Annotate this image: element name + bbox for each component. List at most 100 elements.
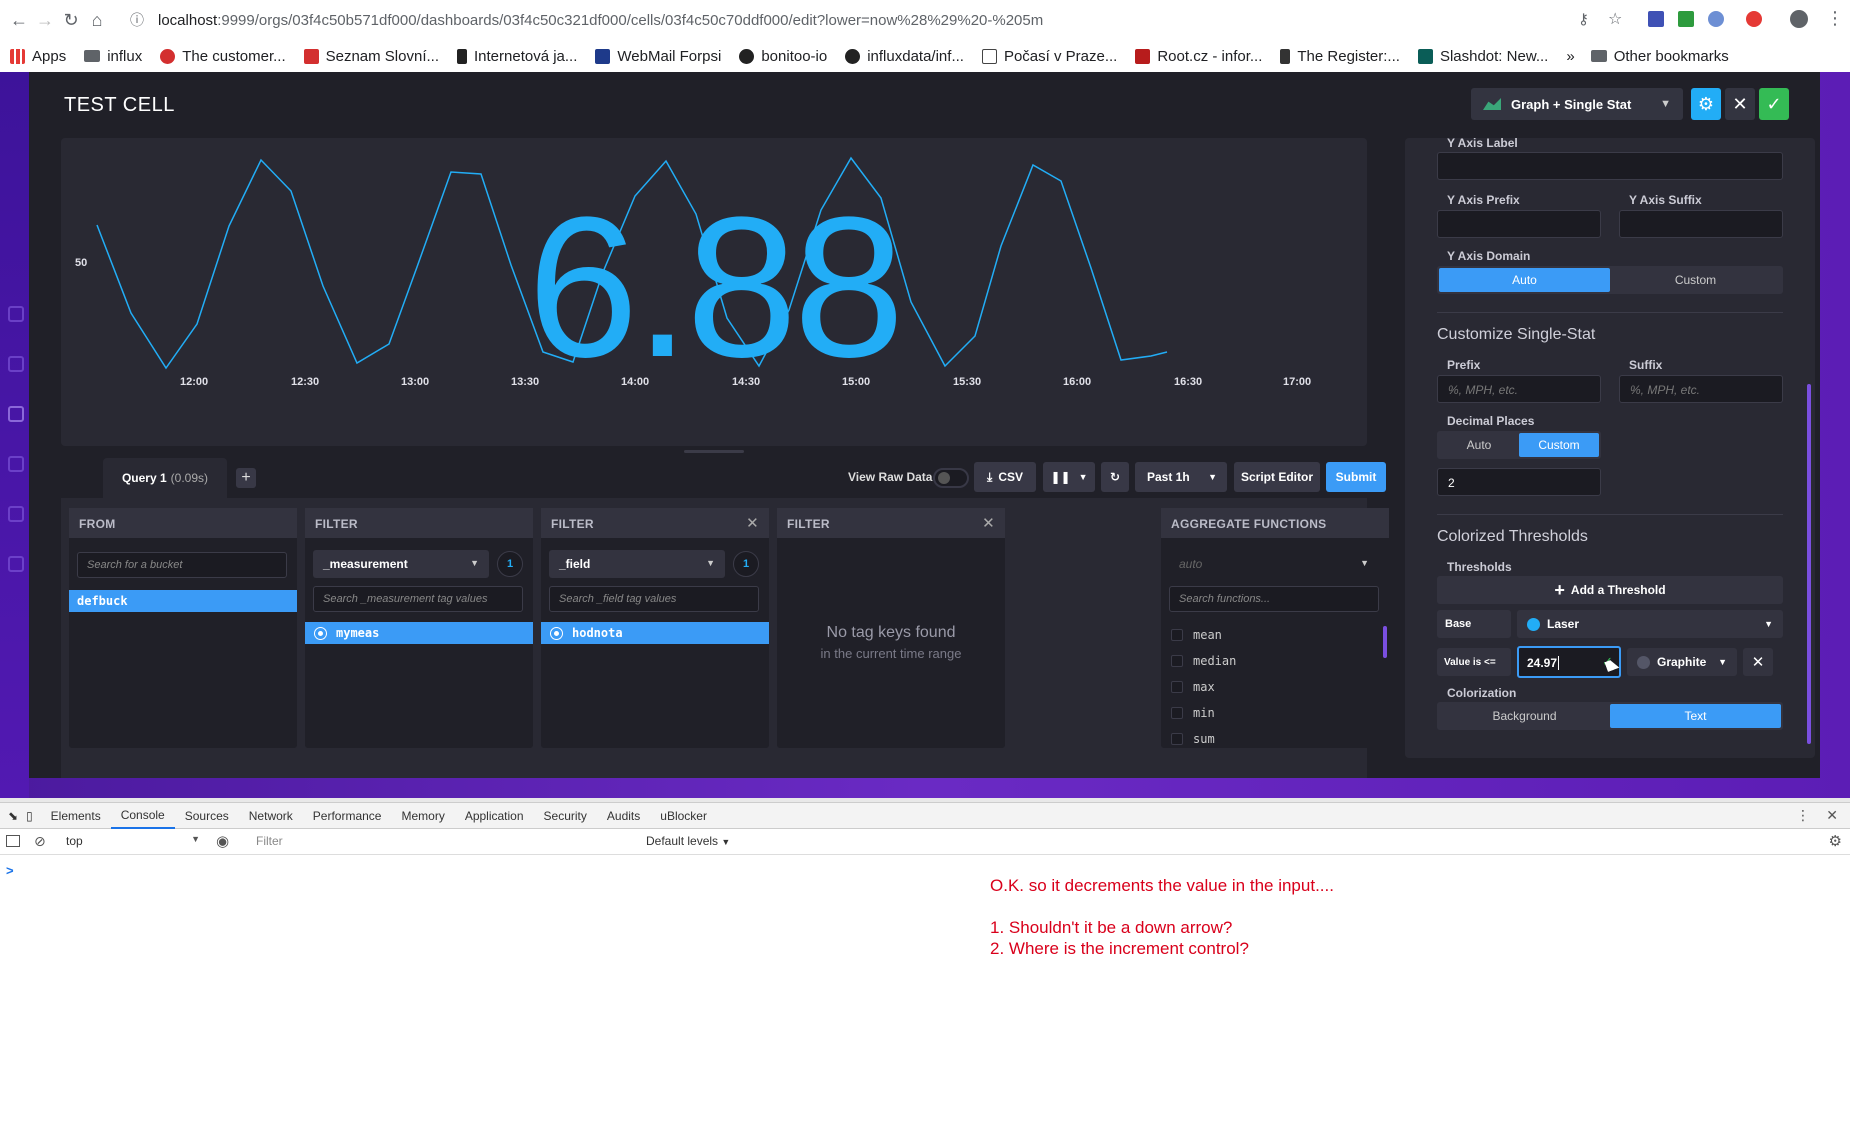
threshold-color-dropdown[interactable]: Graphite ▼ xyxy=(1627,648,1737,676)
console-filter-input[interactable]: Filter xyxy=(250,831,638,851)
bookmark-slashdot[interactable]: Slashdot: New... xyxy=(1417,48,1548,65)
query-tab[interactable]: Query 1 (0.09s) xyxy=(103,458,227,498)
suffix-input[interactable]: %, MPH, etc. xyxy=(1619,375,1783,403)
bookmark-influx[interactable]: influx xyxy=(84,48,142,65)
base-color-dropdown[interactable]: Laser ▼ xyxy=(1517,610,1783,638)
tab-ublocker[interactable]: uBlocker xyxy=(650,803,717,829)
colorization-text-button[interactable]: Text xyxy=(1610,704,1781,728)
other-bookmarks[interactable]: Other bookmarks xyxy=(1590,48,1729,65)
menu-kebab-icon[interactable]: ⋮ xyxy=(1826,8,1844,29)
devtools-menu-icon[interactable]: ⋮ xyxy=(1796,807,1810,824)
prefix-input[interactable]: %, MPH, etc. xyxy=(1437,375,1601,403)
view-raw-data-toggle[interactable] xyxy=(933,468,969,488)
profile-avatar-icon[interactable] xyxy=(1790,10,1808,28)
key-icon[interactable]: ⚷ xyxy=(1578,10,1589,28)
info-icon[interactable]: ⓘ xyxy=(124,7,150,33)
tab-network[interactable]: Network xyxy=(239,803,303,829)
decimals-auto-button[interactable]: Auto xyxy=(1439,433,1519,457)
time-range-dropdown[interactable]: Past 1h ▼ xyxy=(1135,462,1227,492)
function-item[interactable]: min xyxy=(1171,706,1215,720)
list-scrollbar[interactable] xyxy=(1383,626,1387,658)
dashboards-icon[interactable] xyxy=(8,406,24,422)
bookmark-root[interactable]: Root.cz - infor... xyxy=(1135,48,1262,65)
y-axis-suffix-input[interactable] xyxy=(1619,210,1783,238)
tag-value-item-selected[interactable]: mymeas xyxy=(305,622,533,644)
checkbox[interactable] xyxy=(1171,681,1183,693)
function-item[interactable]: mean xyxy=(1171,628,1222,642)
home-icon[interactable]: ⌂ xyxy=(84,7,110,33)
submit-button[interactable]: Submit xyxy=(1326,462,1386,492)
eye-icon[interactable]: ◉ xyxy=(216,832,229,850)
tab-sources[interactable]: Sources xyxy=(175,803,239,829)
bookmark-customer[interactable]: The customer... xyxy=(160,48,286,65)
remove-threshold-close-icon[interactable]: ✕ xyxy=(1743,648,1773,676)
functions-search-input[interactable]: Search functions... xyxy=(1169,586,1379,612)
reload-icon[interactable]: ↻ xyxy=(58,7,84,33)
decimal-places-input[interactable]: 2 xyxy=(1437,468,1601,496)
graph-icon[interactable] xyxy=(8,356,24,372)
star-icon[interactable]: ☆ xyxy=(1608,9,1622,29)
tag-key-dropdown[interactable]: _field ▼ xyxy=(549,550,725,578)
bookmark-apps[interactable]: Apps xyxy=(10,48,66,65)
bookmark-bonitoo[interactable]: bonitoo-io xyxy=(739,48,827,65)
url-field[interactable]: localhost:9999/orgs/03f4c50b571df000/das… xyxy=(158,12,1043,29)
bookmark-register[interactable]: The Register:... xyxy=(1280,48,1400,65)
extension-icon[interactable] xyxy=(1648,11,1664,27)
tab-console[interactable]: Console xyxy=(110,803,175,829)
gear-icon[interactable]: ⚙ xyxy=(1829,832,1842,850)
chat-icon[interactable] xyxy=(8,556,24,572)
data-explorer-icon[interactable] xyxy=(8,306,24,322)
context-select[interactable]: top ▼ xyxy=(66,834,200,848)
colorization-background-button[interactable]: Background xyxy=(1439,704,1610,728)
bookmark-webmail[interactable]: WebMail Forpsi xyxy=(595,48,721,65)
domain-auto-button[interactable]: Auto xyxy=(1439,268,1610,292)
close-icon[interactable]: ✕ xyxy=(1826,807,1838,824)
extension-icon[interactable] xyxy=(1708,11,1724,27)
calendar-icon[interactable] xyxy=(8,456,24,472)
console-prompt[interactable]: > xyxy=(6,863,14,878)
tag-value-item-selected[interactable]: hodnota xyxy=(541,622,769,644)
cell-title[interactable]: TEST CELL xyxy=(64,94,175,117)
inspect-element-icon[interactable]: ⬊ xyxy=(0,803,22,829)
extension-icon[interactable] xyxy=(1678,11,1694,27)
y-axis-prefix-input[interactable] xyxy=(1437,210,1601,238)
tab-elements[interactable]: Elements xyxy=(41,803,111,829)
checkbox[interactable] xyxy=(1171,655,1183,667)
sidebar-toggle-icon[interactable] xyxy=(6,835,20,847)
decimals-custom-button[interactable]: Custom xyxy=(1519,433,1599,457)
close-icon[interactable]: ✕ xyxy=(1725,88,1755,120)
close-icon[interactable]: ✕ xyxy=(982,514,995,532)
forward-arrow-icon[interactable]: → xyxy=(32,7,58,33)
checkbox[interactable] xyxy=(1171,707,1183,719)
visualization-type-dropdown[interactable]: Graph + Single Stat ▼ xyxy=(1471,88,1683,120)
clear-console-icon[interactable]: ⊘ xyxy=(34,833,46,850)
csv-download-button[interactable]: ⤓ CSV xyxy=(974,462,1036,492)
tag-values-search-input[interactable]: Search _field tag values xyxy=(549,586,759,612)
refresh-icon[interactable]: ↻ xyxy=(1101,462,1129,492)
log-levels-dropdown[interactable]: Default levels ▼ xyxy=(646,834,730,848)
bookmarks-overflow-icon[interactable]: » xyxy=(1566,48,1574,65)
bucket-search-input[interactable]: Search for a bucket xyxy=(77,552,287,578)
bookmark-seznam[interactable]: Seznam Slovní... xyxy=(303,48,439,65)
y-axis-label-input[interactable] xyxy=(1437,152,1783,180)
resize-handle[interactable] xyxy=(684,450,744,453)
function-item[interactable]: sum xyxy=(1171,732,1215,746)
tab-application[interactable]: Application xyxy=(455,803,534,829)
bookmark-influxdata[interactable]: influxdata/inf... xyxy=(845,48,964,65)
add-query-button[interactable]: + xyxy=(236,468,256,488)
close-icon[interactable]: ✕ xyxy=(746,514,759,532)
script-editor-button[interactable]: Script Editor xyxy=(1234,462,1320,492)
tab-security[interactable]: Security xyxy=(534,803,597,829)
bookmark-pocasi[interactable]: Počasí v Praze... xyxy=(981,48,1117,65)
wrench-icon[interactable] xyxy=(8,506,24,522)
back-arrow-icon[interactable]: ← xyxy=(6,7,32,33)
add-threshold-button[interactable]: + Add a Threshold xyxy=(1437,576,1783,604)
bucket-item-selected[interactable]: defbuck xyxy=(69,590,297,612)
tab-audits[interactable]: Audits xyxy=(597,803,650,829)
tag-values-search-input[interactable]: Search _measurement tag values xyxy=(313,586,523,612)
checkbox[interactable] xyxy=(1171,733,1183,745)
options-scrollbar[interactable] xyxy=(1807,384,1811,744)
bookmark-internetova[interactable]: Internetová ja... xyxy=(457,48,577,65)
window-period-dropdown[interactable]: auto ▼ xyxy=(1169,550,1379,578)
tab-performance[interactable]: Performance xyxy=(303,803,392,829)
